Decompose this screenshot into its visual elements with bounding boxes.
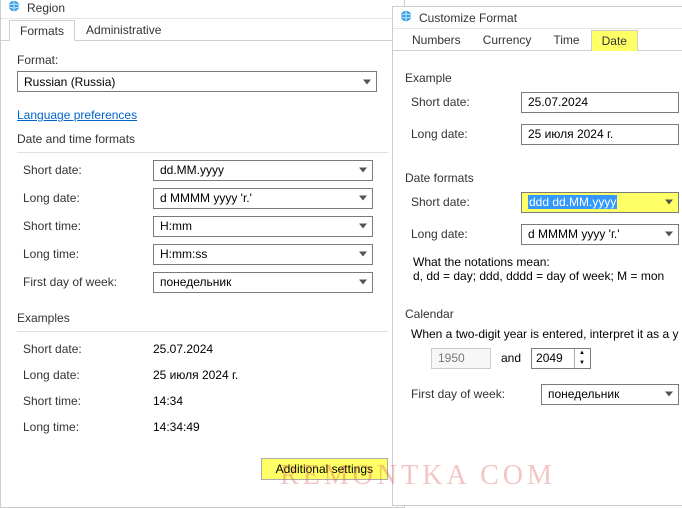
additional-settings-button[interactable]: Additional settings <box>261 458 388 480</box>
tab-time[interactable]: Time <box>542 29 590 50</box>
notation-text: d, dd = day; ddd, dddd = day of week; M … <box>413 269 679 283</box>
df-short-date-label: Short date: <box>411 195 521 209</box>
customize-format-window: Customize Format Numbers Currency Time D… <box>392 6 682 506</box>
cex-short-date-value: 25.07.2024 <box>521 92 679 113</box>
cex-long-date-label: Long date: <box>411 127 521 141</box>
ex-short-date-label: Short date: <box>23 342 153 356</box>
spin-down[interactable]: ▼ <box>575 358 589 368</box>
region-content: Format: Russian (Russia) Language prefer… <box>1 41 404 492</box>
customize-tabs: Numbers Currency Time Date <box>393 29 682 51</box>
group-date-formats: Date formats <box>405 171 679 185</box>
and-label: and <box>501 351 521 365</box>
ex-long-date-value: 25 июля 2024 г. <box>153 368 238 382</box>
ex-short-time-label: Short time: <box>23 394 153 408</box>
year-to-spinner[interactable]: ▲▼ <box>531 348 591 369</box>
fdow-label: First day of week: <box>23 275 153 289</box>
group-calendar: Calendar <box>405 307 679 321</box>
language-preferences-link[interactable]: Language preferences <box>17 108 137 122</box>
df-long-date-dropdown[interactable]: d MMMM yyyy 'г.' <box>521 224 679 245</box>
long-date-label: Long date: <box>23 191 153 205</box>
short-time-dropdown[interactable]: H:mm <box>153 216 373 237</box>
region-title: Region <box>27 1 65 15</box>
cex-short-date-label: Short date: <box>411 95 521 109</box>
customize-title: Customize Format <box>419 11 517 25</box>
customize-titlebar: Customize Format <box>393 7 682 29</box>
year-to-input[interactable] <box>532 349 574 368</box>
globe-icon <box>7 0 21 16</box>
short-date-label: Short date: <box>23 163 153 177</box>
notation-label: What the notations mean: <box>413 255 679 269</box>
year-from-input <box>431 348 491 369</box>
group-examples: Examples <box>17 311 388 325</box>
globe-icon <box>399 9 413 26</box>
long-date-dropdown[interactable]: d MMMM yyyy 'r.' <box>153 188 373 209</box>
ex-long-date-label: Long date: <box>23 368 153 382</box>
spin-up[interactable]: ▲ <box>575 349 589 359</box>
tab-currency[interactable]: Currency <box>472 29 543 50</box>
group-date-time-formats: Date and time formats <box>17 132 388 146</box>
ex-long-time-label: Long time: <box>23 420 153 434</box>
region-tabs: Formats Administrative <box>1 19 404 41</box>
format-dropdown[interactable]: Russian (Russia) <box>17 71 377 92</box>
ex-short-date-value: 25.07.2024 <box>153 342 213 356</box>
df-short-date-dropdown[interactable]: ddd dd.MM.yyyy <box>521 192 679 213</box>
cal-fdow-label: First day of week: <box>411 387 541 401</box>
region-window: Region Formats Administrative Format: Ru… <box>0 0 405 508</box>
long-time-dropdown[interactable]: H:mm:ss <box>153 244 373 265</box>
format-value: Russian (Russia) <box>24 75 115 89</box>
region-titlebar: Region <box>1 0 404 19</box>
cal-fdow-dropdown[interactable]: понедельник <box>541 384 679 405</box>
tab-date[interactable]: Date <box>591 30 638 51</box>
fdow-dropdown[interactable]: понедельник <box>153 272 373 293</box>
short-time-label: Short time: <box>23 219 153 233</box>
short-date-dropdown[interactable]: dd.MM.yyyy <box>153 160 373 181</box>
ex-long-time-value: 14:34:49 <box>153 420 200 434</box>
df-long-date-label: Long date: <box>411 227 521 241</box>
tab-administrative[interactable]: Administrative <box>75 19 172 40</box>
tab-numbers[interactable]: Numbers <box>401 29 472 50</box>
ex-short-time-value: 14:34 <box>153 394 183 408</box>
calendar-interpret-text: When a two-digit year is entered, interp… <box>411 327 679 341</box>
long-time-label: Long time: <box>23 247 153 261</box>
group-example: Example <box>405 71 679 85</box>
cex-long-date-value: 25 июля 2024 г. <box>521 124 679 145</box>
tab-formats[interactable]: Formats <box>9 20 75 41</box>
format-label: Format: <box>17 53 388 67</box>
customize-content: Example Short date:25.07.2024 Long date:… <box>393 51 682 419</box>
